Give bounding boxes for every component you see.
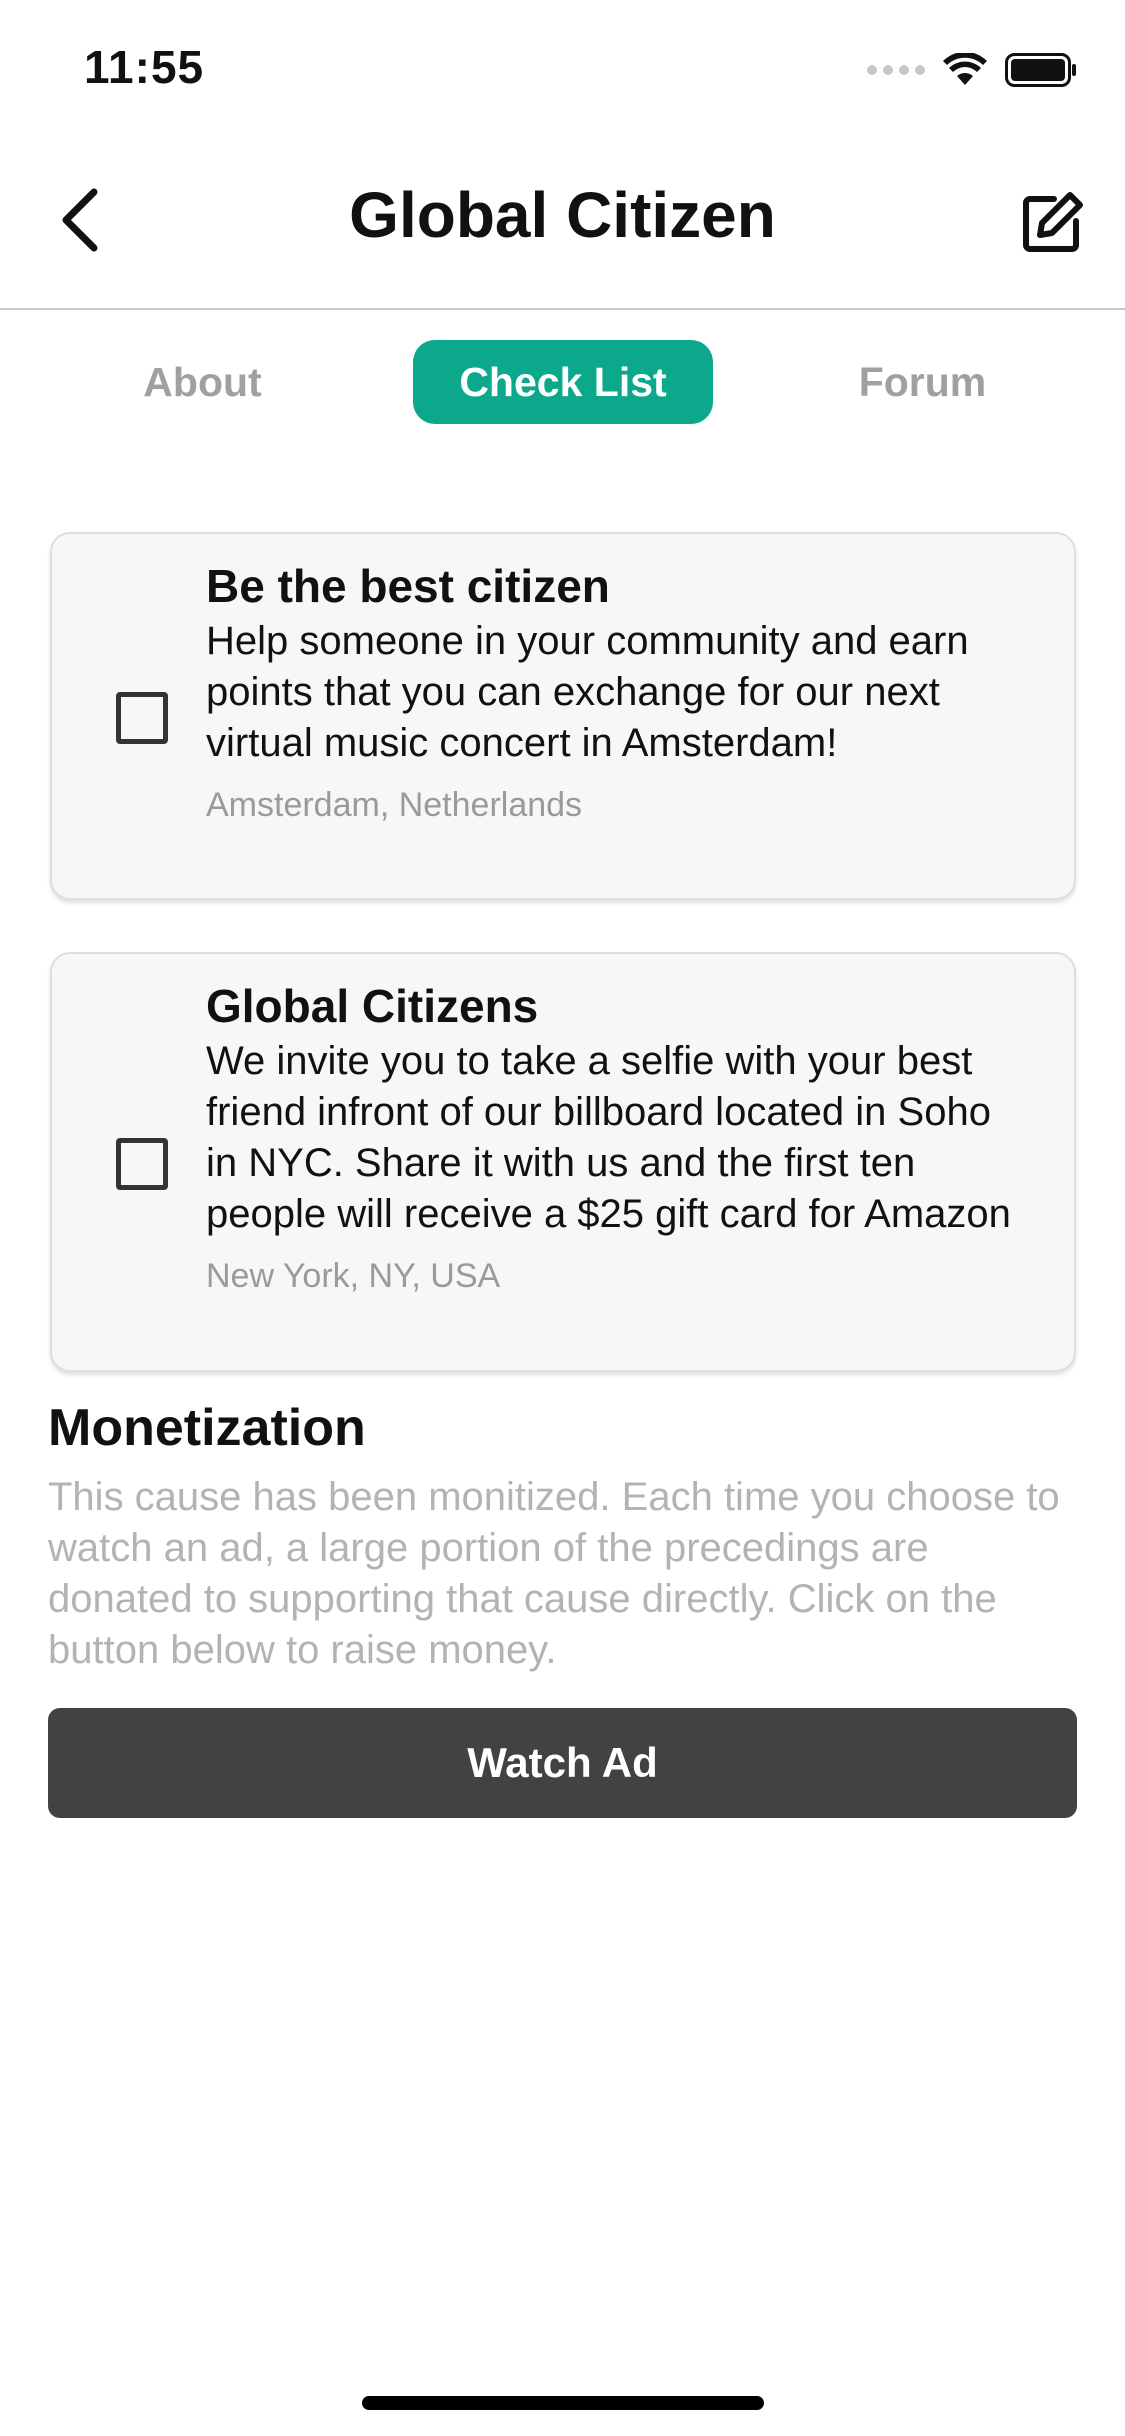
tab-forum[interactable]: Forum [830, 340, 1015, 424]
checklist-card: Global Citizens We invite you to take a … [50, 952, 1076, 1372]
checklist-checkbox[interactable] [116, 1138, 168, 1190]
tab-bar: About Check List Forum [0, 340, 1125, 424]
home-indicator [362, 2396, 764, 2410]
checklist-title: Be the best citizen [206, 560, 610, 612]
page-title: Global Citizen [349, 179, 776, 251]
wifi-icon [943, 53, 987, 85]
tab-check-list[interactable]: Check List [413, 340, 713, 424]
monetization-title: Monetization [48, 1399, 366, 1457]
battery-icon [1005, 53, 1076, 87]
checklist-location: New York, NY, USA [206, 1257, 501, 1295]
status-icons [867, 50, 1077, 90]
edit-icon [1023, 192, 1083, 252]
checklist-card: Be the best citizen Help someone in your… [50, 532, 1076, 900]
nav-bar: Global Citizen [0, 140, 1125, 310]
checklist-description: We invite you to take a selfie with your… [206, 1039, 1011, 1236]
tab-about[interactable]: About [110, 340, 295, 424]
checklist-location: Amsterdam, Netherlands [206, 786, 583, 824]
checklist-checkbox[interactable] [116, 692, 168, 744]
checklist-title: Global Citizens [206, 980, 539, 1032]
checklist-description: Help someone in your community and earn … [206, 619, 969, 765]
edit-button[interactable] [1013, 182, 1093, 262]
status-bar: 11:55 [0, 0, 1125, 140]
checklist-content: Be the best citizen Help someone in your… [206, 558, 1014, 827]
status-time: 11:55 [84, 41, 205, 93]
monetization-description: This cause has been monitized. Each time… [48, 1475, 1060, 1672]
watch-ad-button[interactable]: Watch Ad [48, 1708, 1077, 1818]
checklist-content: Global Citizens We invite you to take a … [206, 978, 1014, 1298]
signal-icon [867, 65, 925, 75]
